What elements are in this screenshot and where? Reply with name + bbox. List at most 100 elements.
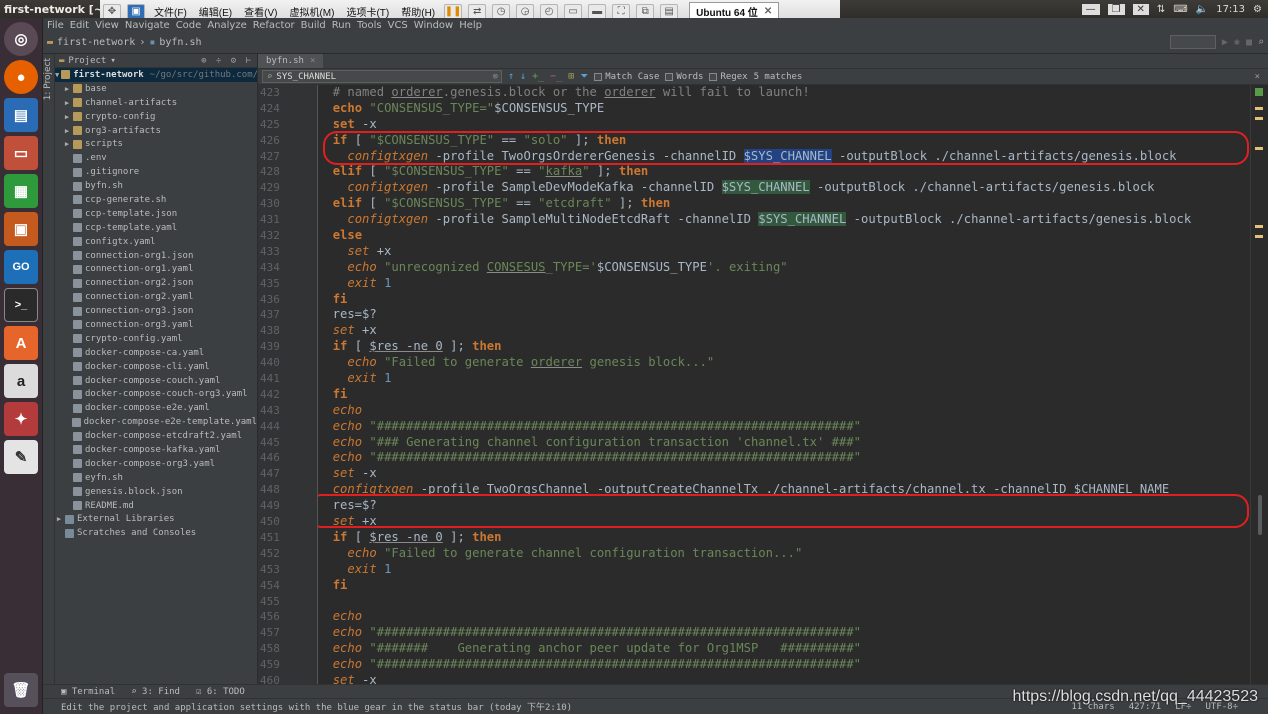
scroll-marker[interactable] — [1255, 117, 1263, 120]
ide-menu-item[interactable]: Window — [414, 20, 453, 31]
ide-menu-item[interactable]: Navigate — [125, 20, 170, 31]
tree-item[interactable]: ▶ scripts — [55, 137, 257, 151]
vm-menu-item[interactable]: 查看(V) — [238, 4, 283, 19]
code-line[interactable]: set -x — [318, 117, 1250, 133]
tree-item[interactable]: connection-org2.yaml — [55, 290, 257, 304]
code-line[interactable]: echo "Failed to generate orderer genesis… — [318, 355, 1250, 371]
words-checkbox[interactable]: Words — [665, 72, 703, 82]
editor-scrollbar[interactable] — [1250, 85, 1268, 684]
code-line[interactable]: fi — [318, 387, 1250, 403]
tree-item[interactable]: docker-compose-e2e-template.yaml — [55, 415, 257, 429]
amazon-icon[interactable]: a — [4, 364, 38, 398]
project-header-actions[interactable]: ⊕ ÷ ⚙ ⊢ — [201, 56, 257, 66]
ide-menu-item[interactable]: Refactor — [253, 20, 295, 31]
code-line[interactable]: if [ $res -ne 0 ]; then — [318, 530, 1250, 546]
ide-menu-item[interactable]: Build — [301, 20, 326, 31]
tree-item[interactable]: connection-org1.yaml — [55, 262, 257, 276]
tree-item[interactable]: configtx.yaml — [55, 235, 257, 249]
ide-menu-item[interactable]: Help — [459, 20, 482, 31]
search-input[interactable]: ⌕ SYS_CHANNEL ⊗ — [262, 70, 502, 83]
software-center-icon[interactable]: A — [4, 326, 38, 360]
files-icon[interactable]: ▭ — [4, 136, 38, 170]
ide-menu-item[interactable]: Code — [176, 20, 202, 31]
code-line[interactable]: echo — [318, 403, 1250, 419]
vm-menu-item[interactable]: 虚拟机(M) — [283, 4, 340, 19]
code-line[interactable]: echo "unrecognized CONSESUS_TYPE='$CONSE… — [318, 260, 1250, 276]
terminal-icon[interactable]: >_ — [4, 288, 38, 322]
chevron-down-icon[interactable]: ▾ — [110, 56, 115, 66]
code-line[interactable]: echo "####### Generating anchor peer upd… — [318, 641, 1250, 657]
tree-item[interactable]: ccp-generate.sh — [55, 193, 257, 207]
code-line[interactable]: echo "Failed to generate channel configu… — [318, 546, 1250, 562]
project-tool-button[interactable]: 1: Project — [43, 54, 53, 104]
tree-item[interactable]: .gitignore — [55, 165, 257, 179]
scroll-marker[interactable] — [1255, 107, 1263, 110]
remove-selection-icon[interactable]: −̲ — [550, 71, 562, 82]
writer-icon[interactable]: ▤ — [4, 98, 38, 132]
tree-item[interactable]: docker-compose-couch-org3.yaml — [55, 387, 257, 401]
tree-item[interactable]: connection-org3.json — [55, 304, 257, 318]
chevron-right-icon[interactable]: ▶ — [63, 140, 71, 148]
vm-menu-item[interactable]: 文件(F) — [148, 4, 193, 19]
debug-icon[interactable]: ✱ — [1234, 37, 1240, 48]
tree-item[interactable]: connection-org1.json — [55, 249, 257, 263]
system-settings-icon[interactable]: ✦ — [4, 402, 38, 436]
code-line[interactable]: set +x — [318, 244, 1250, 260]
tree-item[interactable]: ▶ crypto-config — [55, 110, 257, 124]
tree-item[interactable]: docker-compose-kafka.yaml — [55, 443, 257, 457]
tree-item[interactable]: ▶ base — [55, 82, 257, 96]
code-line[interactable]: configtxgen -profile SampleDevModeKafka … — [318, 180, 1250, 196]
firefox-icon[interactable]: ● — [4, 60, 38, 94]
window-close-icon[interactable]: ✕ — [1132, 3, 1149, 15]
chevron-right-icon[interactable]: ▶ — [63, 127, 71, 135]
chevron-right-icon[interactable]: ▶ — [55, 515, 63, 523]
code-line[interactable]: res=$? — [318, 498, 1250, 514]
tree-item[interactable]: docker-compose-cli.yaml — [55, 360, 257, 374]
tree-item[interactable]: docker-compose-e2e.yaml — [55, 401, 257, 415]
find-tool-button[interactable]: ⌕ 3: Find — [131, 687, 180, 697]
code-line[interactable]: set +x — [318, 514, 1250, 530]
breadcrumb-file[interactable]: byfn.sh — [159, 37, 201, 48]
code-line[interactable]: exit 1 — [318, 562, 1250, 578]
tree-item[interactable]: README.md — [55, 499, 257, 513]
tree-root[interactable]: ▼ first-network ~/go/src/github.com/hype… — [55, 68, 257, 82]
tree-item[interactable]: ▶ channel-artifacts — [55, 96, 257, 110]
code-line[interactable]: echo "##################################… — [318, 625, 1250, 641]
code-view[interactable]: # named orderer.genesis.block or the ord… — [318, 85, 1250, 684]
tree-item[interactable]: docker-compose-org3.yaml — [55, 457, 257, 471]
ide-menu-item[interactable]: View — [95, 20, 119, 31]
volume-icon[interactable]: 🔈 — [1196, 4, 1208, 15]
vm-menu-item[interactable]: 选项卡(T) — [340, 4, 395, 19]
tree-item[interactable]: docker-compose-couch.yaml — [55, 374, 257, 388]
window-restore-icon[interactable]: ❐ — [1107, 3, 1125, 15]
tree-item[interactable]: ccp-template.yaml — [55, 221, 257, 235]
code-line[interactable]: res=$? — [318, 307, 1250, 323]
search-everywhere-icon[interactable]: ⌕ — [1258, 37, 1264, 48]
code-line[interactable]: else — [318, 228, 1250, 244]
code-line[interactable]: # named orderer.genesis.block or the ord… — [318, 85, 1250, 101]
tree-item[interactable]: .env — [55, 151, 257, 165]
tree-item[interactable]: genesis.block.json — [55, 485, 257, 499]
select-all-occurrences-icon[interactable]: ⊞ — [568, 71, 574, 82]
regex-checkbox[interactable]: Regex — [709, 72, 748, 82]
ubuntu-search-icon[interactable]: ◎ — [4, 22, 38, 56]
code-line[interactable]: echo "CONSENSUS_TYPE="$CONSENSUS_TYPE — [318, 101, 1250, 117]
add-selection-icon[interactable]: +̲ — [532, 71, 544, 82]
code-line[interactable]: echo "##################################… — [318, 657, 1250, 673]
vm-menu-item[interactable]: 编辑(E) — [193, 4, 238, 19]
network-icon[interactable]: ⇅ — [1157, 4, 1165, 15]
code-line[interactable]: set -x — [318, 466, 1250, 482]
code-line[interactable]: set +x — [318, 323, 1250, 339]
code-line[interactable]: echo "### Generating channel configurati… — [318, 435, 1250, 451]
tree-item[interactable]: ccp-template.json — [55, 207, 257, 221]
code-line[interactable]: configtxgen -profile TwoOrgsChannel -out… — [318, 482, 1250, 498]
run-config-select[interactable] — [1169, 35, 1216, 49]
code-line[interactable]: fi — [318, 292, 1250, 308]
code-line[interactable]: exit 1 — [318, 371, 1250, 387]
code-line[interactable]: elif [ "$CONSENSUS_TYPE" == "etcdraft" ]… — [318, 196, 1250, 212]
tree-scratches[interactable]: Scratches and Consoles — [55, 526, 257, 540]
project-header-label[interactable]: Project — [68, 56, 106, 66]
code-line[interactable]: if [ $res -ne 0 ]; then — [318, 339, 1250, 355]
editor-tab-byfn[interactable]: byfn.sh × — [258, 54, 324, 68]
todo-tool-button[interactable]: ☑ 6: TODO — [196, 687, 245, 697]
